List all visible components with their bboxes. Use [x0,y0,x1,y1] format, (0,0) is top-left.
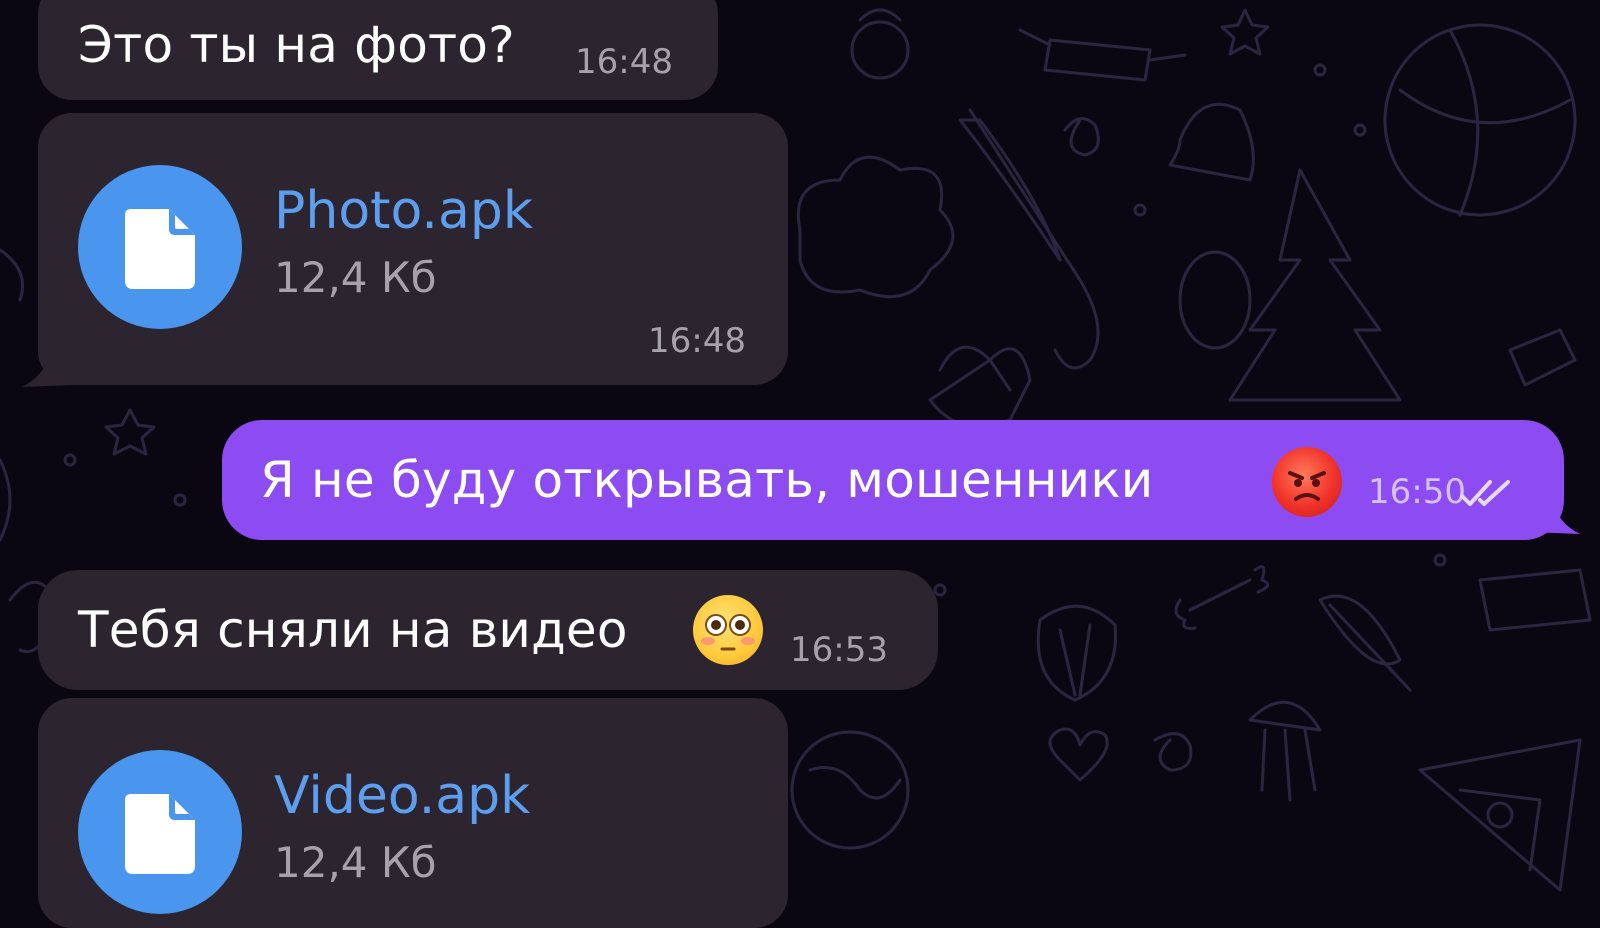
umbrella-doodle-icon [968,108,1100,370]
star-doodle-icon [1220,8,1270,56]
angry-face-emoji-icon [1272,447,1342,517]
file-name-link[interactable]: Video.apk [274,766,530,826]
bell-doodle-icon [1168,102,1255,182]
egg-doodle-icon [1178,250,1252,350]
incoming-file-message[interactable]: Photo.apk 12,4 Кб 16:48 [38,113,788,385]
file-name-link[interactable]: Photo.apk [274,181,533,241]
file-size: 12,4 Кб [274,253,437,302]
jellyfish-doodle-icon [1248,700,1322,802]
file-download-button[interactable] [78,165,242,329]
globe-doodle-icon [1383,23,1577,217]
file-download-button[interactable] [78,750,242,914]
file-size: 12,4 Кб [274,838,437,887]
message-time: 16:48 [648,321,746,361]
read-double-check-icon [1460,480,1510,506]
bone-doodle-icon [1174,565,1270,630]
outgoing-message[interactable]: Я не буду открывать, мошенники 16:50 [222,420,1564,540]
pizza-doodle-icon [1418,738,1582,892]
message-time: 16:48 [575,42,673,82]
incoming-message[interactable]: Это ты на фото? 16:48 [38,0,718,100]
shell-doodle-icon [1036,604,1117,702]
message-time: 16:53 [790,630,888,670]
heart-doodle-icon [1048,727,1109,782]
bush-doodle-icon [796,155,955,299]
message-text: Я не буду открывать, мошенники [260,451,1154,509]
incoming-message[interactable]: Тебя сняли на видео 16:53 [38,570,938,690]
flushed-face-emoji-icon [693,595,763,665]
message-time: 16:50 [1368,472,1466,512]
tree-doodle-icon [1228,168,1402,402]
message-text: Тебя сняли на видео [78,601,628,659]
file-icon [125,794,195,874]
message-text: Это ты на фото? [78,16,515,74]
incoming-file-message[interactable]: Video.apk 12,4 Кб [38,698,788,928]
file-icon [125,209,195,289]
